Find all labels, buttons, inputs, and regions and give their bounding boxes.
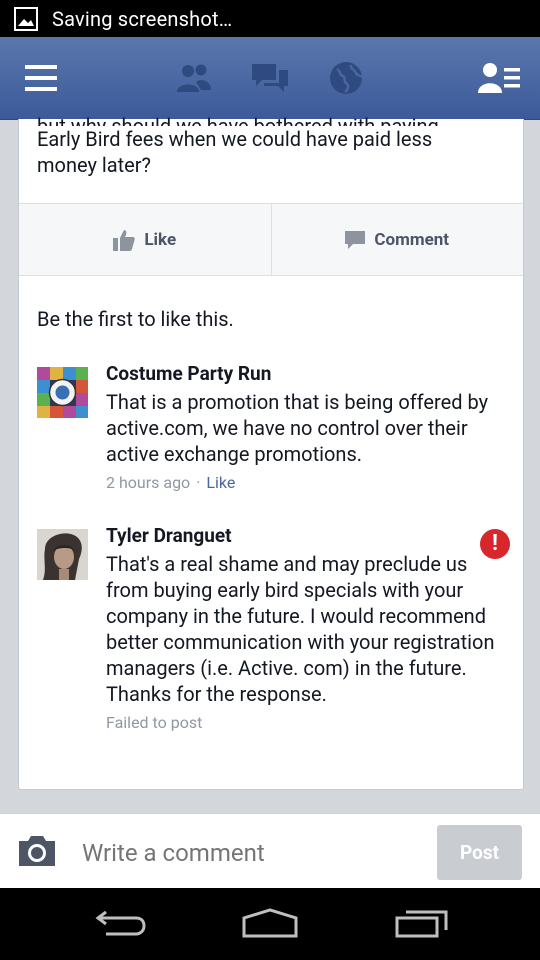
- status-text: Saving screenshot…: [52, 6, 233, 31]
- like-button[interactable]: Like: [19, 204, 271, 275]
- comment-text: That's a real shame and may preclude us …: [106, 552, 495, 706]
- comment-author[interactable]: Tyler Dranguet: [106, 523, 506, 549]
- post-card: but why should we have bothered with pay…: [18, 114, 524, 790]
- comment-timestamp: 2 hours ago: [106, 473, 191, 492]
- recent-apps-icon[interactable]: [394, 906, 450, 940]
- post-actions: Like Comment: [19, 203, 523, 276]
- post-text-line: money later?: [37, 153, 152, 177]
- like-button-label: Like: [144, 229, 177, 250]
- separator-dot: ·: [196, 473, 201, 492]
- likes-summary: Be the first to like this.: [37, 307, 234, 331]
- costume-party-run-logo: [37, 367, 88, 418]
- camera-icon: [19, 836, 55, 866]
- comment-composer: Post: [0, 813, 540, 889]
- menu-icon: [25, 65, 57, 91]
- post-text: but why should we have bothered with pay…: [37, 113, 507, 178]
- comment-like-link[interactable]: Like: [206, 473, 235, 492]
- friends-list-button[interactable]: [476, 37, 522, 119]
- comment-bubble-icon: [345, 230, 366, 249]
- error-icon[interactable]: !: [480, 529, 510, 559]
- system-navigation-bar: [0, 888, 540, 960]
- comment-body: Tyler Dranguet That's a real shame and m…: [106, 523, 506, 732]
- comment-body: Costume Party Run That is a promotion th…: [106, 361, 506, 492]
- camera-button[interactable]: [17, 835, 57, 871]
- home-icon[interactable]: [240, 906, 300, 940]
- comment-button-label: Comment: [374, 229, 450, 250]
- post-button[interactable]: Post: [437, 825, 522, 880]
- friend-requests-button[interactable]: [172, 37, 216, 119]
- comment-meta: 2 hours ago · Like: [106, 473, 506, 492]
- notifications-button[interactable]: [325, 37, 367, 119]
- comment-author[interactable]: Costume Party Run: [106, 361, 506, 387]
- image-icon: [14, 6, 38, 31]
- messages-icon: [252, 64, 288, 92]
- comment-status: Failed to post: [106, 713, 203, 732]
- avatar[interactable]: [37, 367, 88, 418]
- back-icon[interactable]: [94, 906, 148, 940]
- messages-button[interactable]: [248, 37, 292, 119]
- menu-button[interactable]: [18, 37, 64, 119]
- comment-input[interactable]: [80, 834, 424, 872]
- comment-text: That is a promotion that is being offere…: [106, 390, 489, 466]
- thumbs-up-icon: [113, 229, 136, 251]
- post-text-partial-line: but why should we have bothered with pay…: [37, 114, 439, 126]
- avatar[interactable]: [37, 529, 88, 580]
- friend-requests-icon: [177, 64, 211, 92]
- profile-photo: [37, 529, 88, 580]
- status-bar: Saving screenshot…: [0, 0, 540, 37]
- comment-button[interactable]: Comment: [270, 204, 524, 275]
- friends-list-icon: [478, 63, 520, 93]
- app-header: [0, 37, 540, 120]
- post-text-line: Early Bird fees when we could have paid …: [37, 127, 433, 151]
- notifications-globe-icon: [330, 62, 363, 94]
